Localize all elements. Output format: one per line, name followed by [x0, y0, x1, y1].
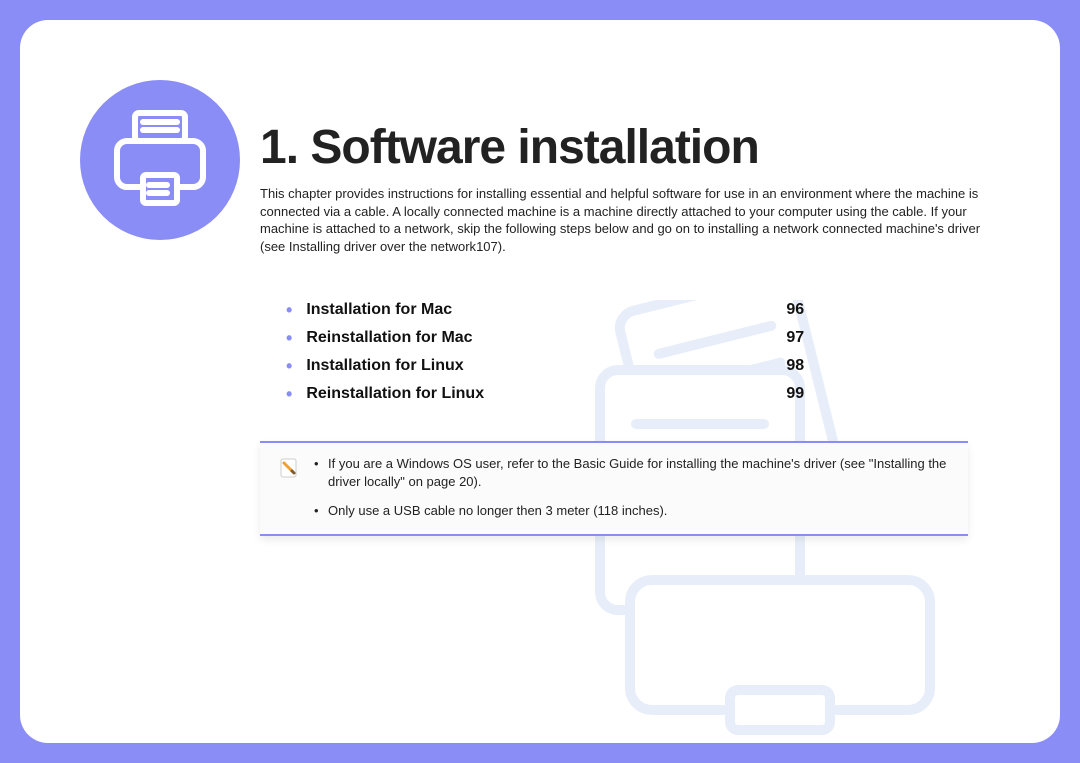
- intro-link[interactable]: Installing driver over the network: [289, 239, 476, 254]
- intro-part2: 107).: [476, 239, 506, 254]
- toc-page: 98: [786, 357, 846, 375]
- table-of-contents: • Installation for Mac 96 • Reinstallati…: [286, 301, 1000, 403]
- toc-page: 97: [786, 329, 846, 347]
- toc-page: 99: [786, 385, 846, 403]
- toc-row[interactable]: • Installation for Linux 98: [286, 357, 1000, 375]
- toc-label: Reinstallation for Linux: [306, 385, 786, 403]
- chapter-intro: This chapter provides instructions for i…: [260, 185, 1000, 255]
- toc-page: 96: [786, 301, 846, 319]
- note-item: Only use a USB cable no longer then 3 me…: [314, 502, 950, 520]
- content-area: 1. Software installation This chapter pr…: [260, 120, 1000, 536]
- chapter-title: 1. Software installation: [260, 120, 1000, 175]
- toc-row[interactable]: • Installation for Mac 96: [286, 301, 1000, 319]
- printer-icon: [105, 105, 215, 215]
- note-icon: [278, 457, 300, 479]
- note-item: If you are a Windows OS user, refer to t…: [314, 455, 950, 491]
- toc-label: Installation for Mac: [306, 301, 786, 319]
- toc-row[interactable]: • Reinstallation for Linux 99: [286, 385, 1000, 403]
- bullet-icon: •: [286, 385, 292, 403]
- bullet-icon: •: [286, 357, 292, 375]
- note-box: If you are a Windows OS user, refer to t…: [260, 441, 968, 536]
- bullet-icon: •: [286, 301, 292, 319]
- toc-label: Reinstallation for Mac: [306, 329, 786, 347]
- toc-row[interactable]: • Reinstallation for Mac 97: [286, 329, 1000, 347]
- note-list: If you are a Windows OS user, refer to t…: [314, 455, 950, 520]
- document-page: 1. Software installation This chapter pr…: [20, 20, 1060, 743]
- printer-chapter-icon: [80, 80, 240, 240]
- bullet-icon: •: [286, 329, 292, 347]
- toc-label: Installation for Linux: [306, 357, 786, 375]
